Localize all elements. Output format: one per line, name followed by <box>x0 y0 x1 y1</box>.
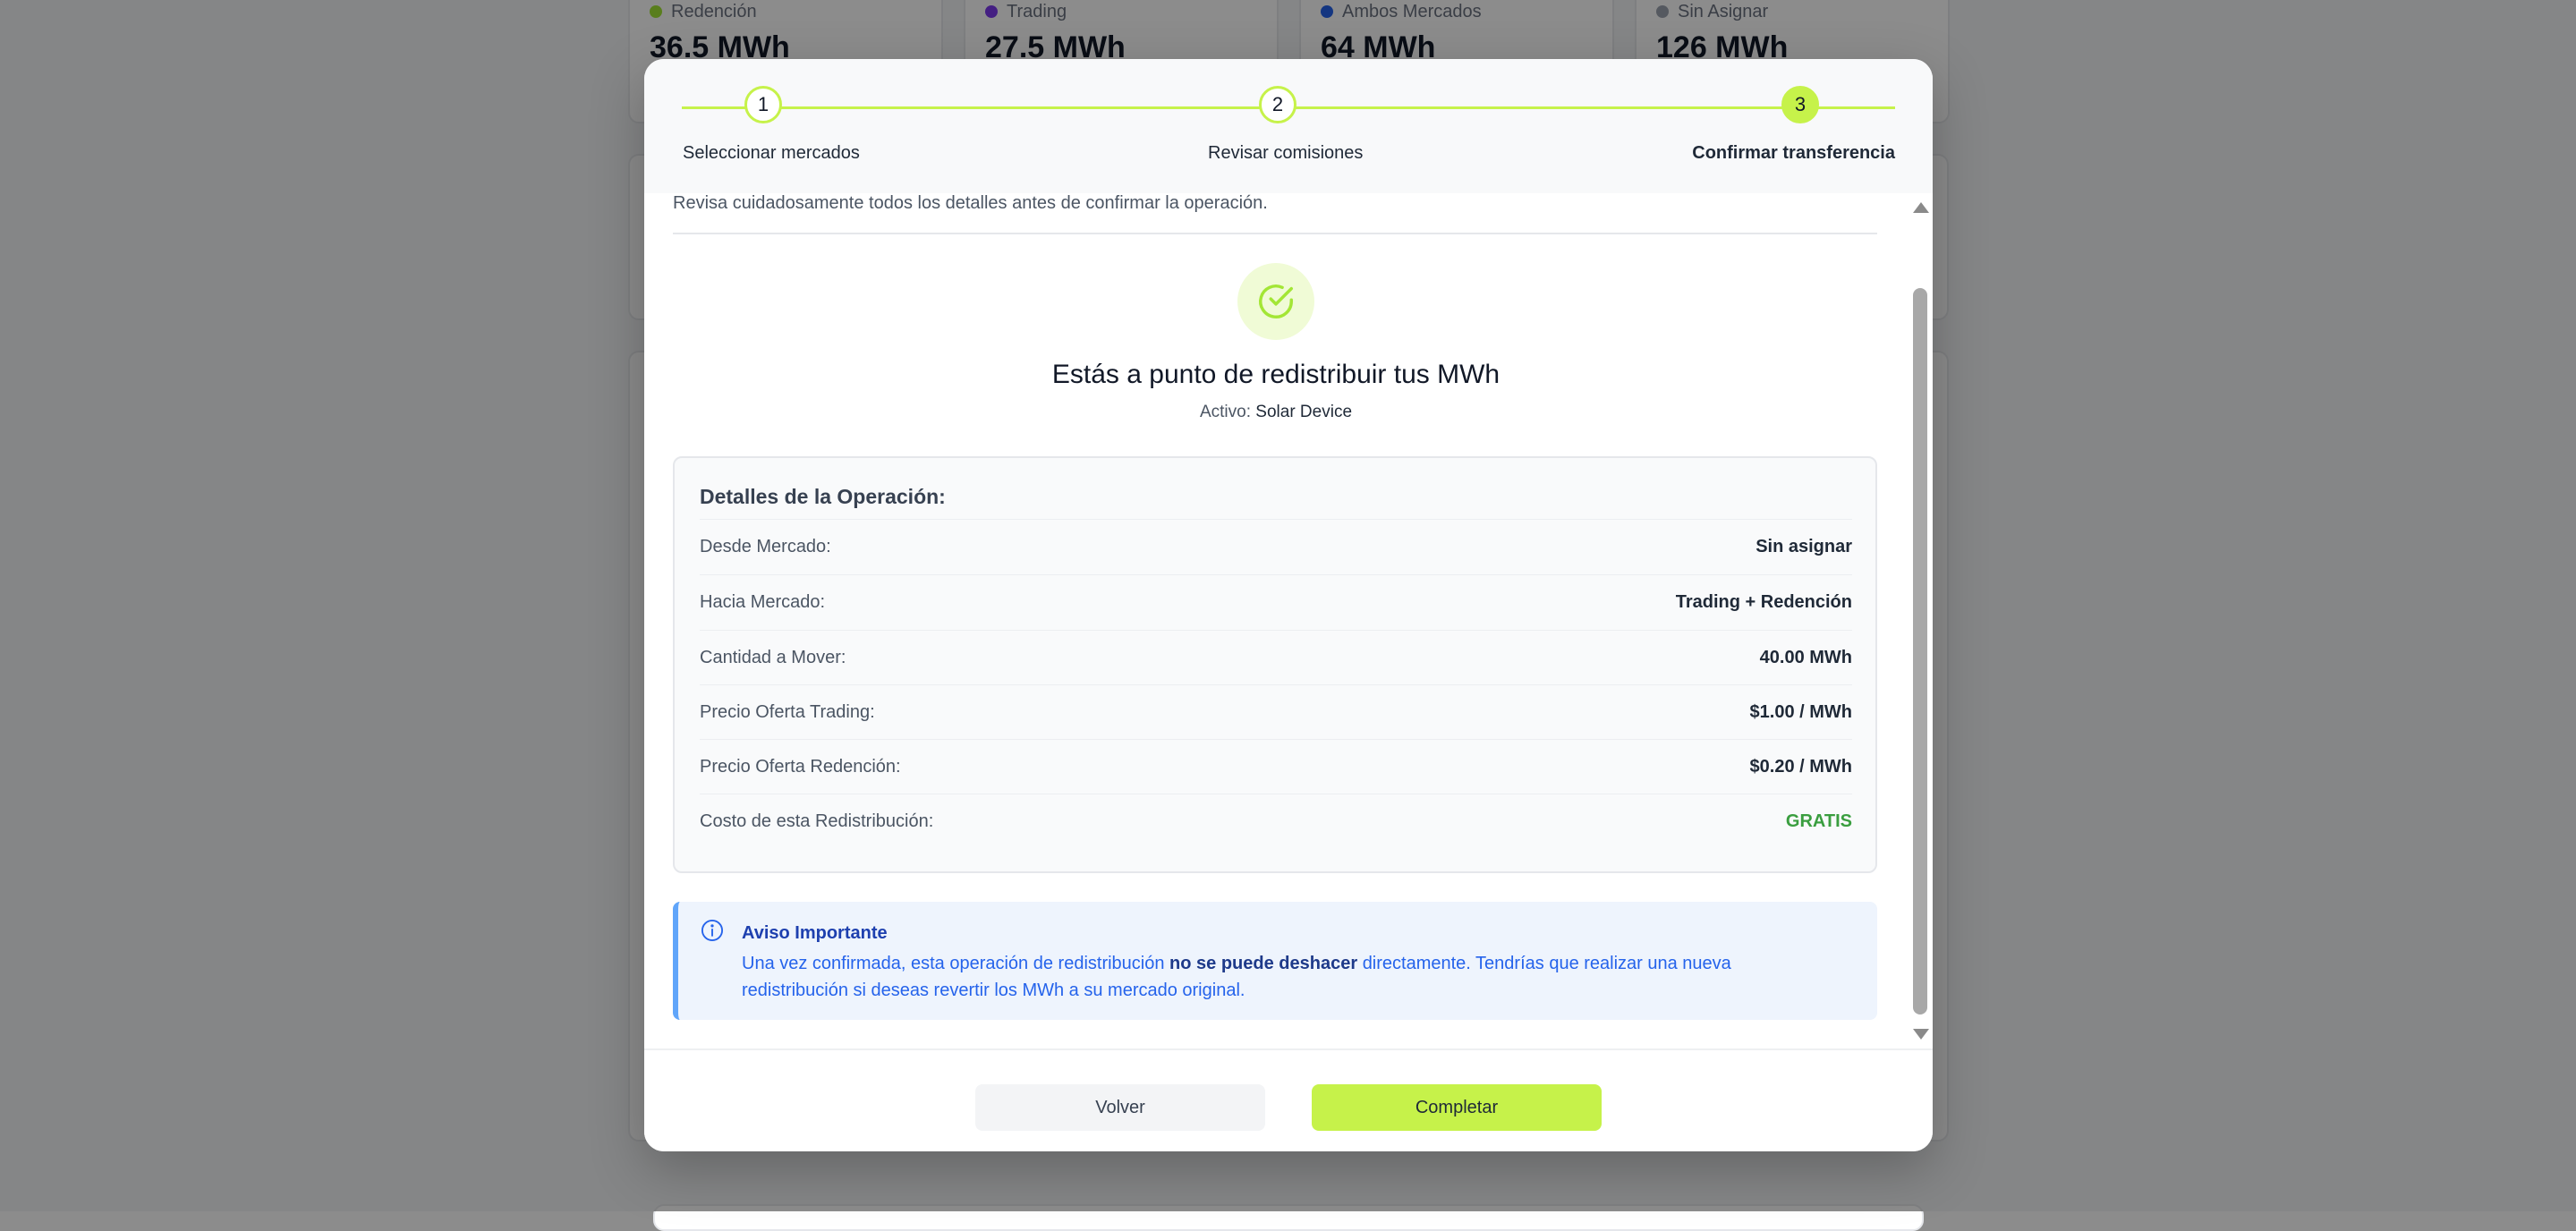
notice-title: Aviso Importante <box>742 923 888 943</box>
asset-value: Solar Device <box>1255 403 1353 421</box>
notice-text: Una vez confirmada, esta operación de re… <box>742 950 1842 1004</box>
detail-label: Hacia Mercado: <box>700 591 826 612</box>
detail-value: Sin asignar <box>1756 536 1852 556</box>
scroll-down-arrow-icon[interactable] <box>1913 1029 1929 1040</box>
detail-row-redemption-price: Precio Oferta Redención: $0.20 / MWh <box>700 739 1852 794</box>
detail-label: Precio Oferta Trading: <box>700 701 875 722</box>
info-icon <box>700 918 725 947</box>
stepper: 1 Seleccionar mercados 2 Revisar comisio… <box>644 59 1933 193</box>
modal-content[interactable]: Revisa cuidadosamente todos los detalles… <box>644 193 1933 1043</box>
notice-text-emphasis: no se puede deshacer <box>1169 954 1358 973</box>
detail-value-free: GRATIS <box>1785 811 1852 831</box>
detail-row-trading-price: Precio Oferta Trading: $1.00 / MWh <box>700 684 1852 739</box>
asset-label: Activo: <box>1199 403 1252 421</box>
operation-details: Detalles de la Operación: Desde Mercado:… <box>673 456 1877 873</box>
detail-value: 40.00 MWh <box>1759 647 1852 667</box>
detail-value: Trading + Redención <box>1675 591 1852 612</box>
complete-button[interactable]: Completar <box>1312 1084 1602 1131</box>
step-label: Revisar comisiones <box>1208 143 1364 163</box>
step-number: 1 <box>744 86 782 123</box>
scrollbar[interactable] <box>1906 193 1933 1043</box>
step-number: 3 <box>1781 86 1819 123</box>
important-notice: Aviso Importante Una vez confirmada, est… <box>673 902 1877 1020</box>
scroll-up-arrow-icon[interactable] <box>1913 202 1929 213</box>
detail-label: Precio Oferta Redención: <box>700 756 901 777</box>
check-circle-icon <box>1237 263 1314 340</box>
modal-footer: Volver Completar <box>644 1048 1933 1151</box>
detail-label: Desde Mercado: <box>700 536 831 556</box>
intro-text: Revisa cuidadosamente todos los detalles… <box>673 193 1268 213</box>
step-3: 3 <box>1781 86 1819 123</box>
detail-row-quantity: Cantidad a Mover: 40.00 MWh <box>700 630 1852 684</box>
detail-value: $1.00 / MWh <box>1749 701 1852 722</box>
back-button[interactable]: Volver <box>975 1084 1265 1131</box>
confirm-transfer-modal: 1 Seleccionar mercados 2 Revisar comisio… <box>644 59 1933 1151</box>
step-1: 1 <box>744 86 782 123</box>
step-label: Seleccionar mercados <box>683 143 860 163</box>
scroll-thumb[interactable] <box>1913 288 1927 1015</box>
confirm-heading: Estás a punto de redistribuir tus MWh <box>1051 360 1501 389</box>
step-label: Confirmar transferencia <box>1692 143 1895 163</box>
asset-line: Activo: Solar Device <box>644 403 1908 422</box>
details-title: Detalles de la Operación: <box>700 485 946 508</box>
detail-value: $0.20 / MWh <box>1749 756 1852 777</box>
divider <box>673 233 1877 234</box>
notice-text-part: Una vez confirmada, esta operación de re… <box>742 954 1165 973</box>
detail-label: Costo de esta Redistribución: <box>700 811 934 831</box>
step-2: 2 <box>1259 86 1297 123</box>
detail-label: Cantidad a Mover: <box>700 647 846 667</box>
step-number: 2 <box>1259 86 1297 123</box>
detail-row-cost: Costo de esta Redistribución: GRATIS <box>700 794 1852 848</box>
detail-row-from-market: Desde Mercado: Sin asignar <box>700 519 1852 573</box>
detail-row-to-market: Hacia Mercado: Trading + Redención <box>700 574 1852 629</box>
